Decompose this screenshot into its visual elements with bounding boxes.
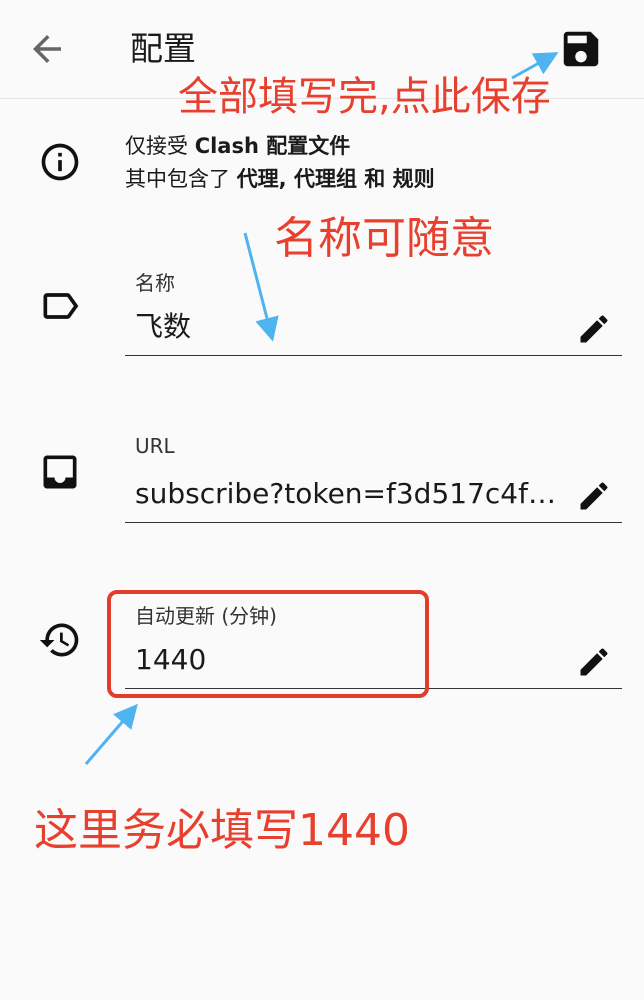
url-field-label: URL <box>135 434 175 458</box>
save-icon <box>563 31 599 67</box>
url-field-value[interactable]: subscribe?token=f3d517c4f… <box>135 474 567 514</box>
edit-name-button[interactable] <box>576 311 612 347</box>
interval-hint-arrow <box>84 703 138 765</box>
edit-pencil-icon <box>580 315 608 343</box>
interval-hint-annotation: 这里务必填写1440 <box>34 805 410 856</box>
annotation-highlight-box <box>107 590 429 698</box>
edit-url-button[interactable] <box>576 478 612 514</box>
url-field[interactable]: URL subscribe?token=f3d517c4f… <box>125 422 622 523</box>
edit-auto-update-button[interactable] <box>576 644 612 680</box>
save-button[interactable] <box>558 26 604 72</box>
save-hint-annotation: 全部填写完,点此保存 <box>178 74 551 120</box>
name-field-value[interactable]: 飞数 <box>135 307 567 347</box>
name-field-label: 名称 <box>135 271 175 295</box>
info-line-1: 仅接受 Clash 配置文件 <box>125 134 351 158</box>
history-icon <box>38 618 82 662</box>
inbox-icon <box>38 450 82 494</box>
label-icon <box>38 284 82 328</box>
info-text: 仅接受 Clash 配置文件 其中包含了 代理, 代理组 和 规则 <box>125 130 435 196</box>
edit-pencil-icon <box>580 648 608 676</box>
back-button[interactable] <box>26 28 68 70</box>
info-icon <box>38 140 82 184</box>
edit-pencil-icon <box>580 482 608 510</box>
info-line-2: 其中包含了 代理, 代理组 和 规则 <box>125 167 435 191</box>
arrow-back-icon <box>33 35 61 63</box>
name-field[interactable]: 名称 飞数 <box>125 255 622 356</box>
name-hint-annotation: 名称可随意 <box>274 213 494 264</box>
